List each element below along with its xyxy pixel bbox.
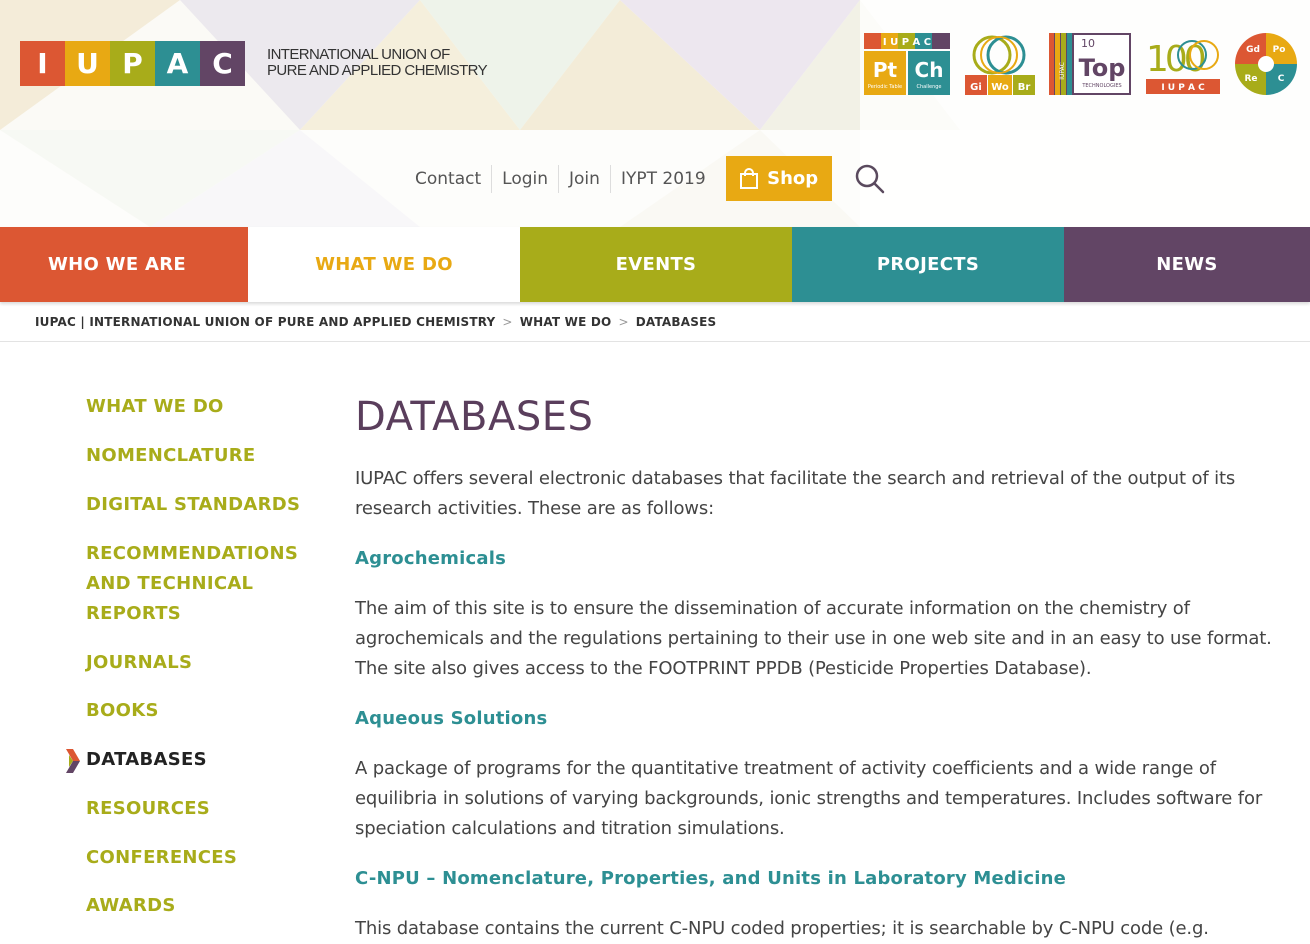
- ptch-pt: Pt: [873, 58, 898, 82]
- utility-nav: Contact Login Join IYPT 2019 Shop: [405, 156, 886, 201]
- top10-word: Top: [1079, 54, 1126, 82]
- puzzle-c: C: [1278, 74, 1285, 84]
- database-link-aqueous-solutions[interactable]: Aqueous Solutions: [355, 704, 1275, 734]
- main-nav: WHO WE ARE WHAT WE DO EVENTS PROJECTS NE…: [0, 227, 1310, 302]
- sidebar-item-label-line: AND TECHNICAL: [86, 573, 254, 594]
- search-icon: [855, 164, 884, 193]
- tagline-line-1: INTERNATIONAL UNION OF: [267, 46, 450, 63]
- section-sidebar: WHAT WE DO NOMENCLATURE DIGITAL STANDARD…: [66, 392, 316, 921]
- site-header: I U P A C INTERNATIONAL UNION OF PURE AN…: [0, 0, 1310, 227]
- shopping-bag-icon: [740, 167, 759, 189]
- database-link-agrochemicals[interactable]: Agrochemicals: [355, 544, 1275, 574]
- sidebar-item-books[interactable]: BOOKS: [86, 696, 316, 726]
- logo-letter-i: I: [20, 41, 65, 86]
- shop-label: Shop: [767, 168, 819, 189]
- global-womens-breakfast-badge[interactable]: Gi Wo Br: [962, 31, 1038, 97]
- nav-projects[interactable]: PROJECTS: [792, 227, 1064, 302]
- nav-events[interactable]: EVENTS: [520, 227, 792, 302]
- tagline-line-2: PURE AND APPLIED CHEMISTRY: [267, 62, 488, 79]
- centenary-sub: I U P A C: [1161, 83, 1205, 93]
- gwb-gi: Gi: [970, 82, 982, 93]
- nav-what-we-do[interactable]: WHAT WE DO: [248, 227, 520, 302]
- sidebar-item-what-we-do[interactable]: WHAT WE DO: [86, 392, 316, 422]
- sidebar-item-label-line: RECOMMENDATIONS: [86, 543, 299, 564]
- shop-button[interactable]: Shop: [725, 156, 832, 201]
- breadcrumb-current: DATABASES: [635, 314, 717, 329]
- sidebar-item-conferences[interactable]: CONFERENCES: [86, 843, 316, 873]
- breadcrumb-separator: >: [502, 314, 513, 329]
- iupac-centenary-badge[interactable]: 100 I U P A C: [1142, 31, 1224, 97]
- top-ten-technologies-badge[interactable]: 10 Top TECHNOLOGIES IUPAC: [1047, 31, 1133, 97]
- puzzle-gd: Gd: [1246, 45, 1260, 55]
- gwb-br: Br: [1018, 82, 1031, 93]
- puzzle-re: Re: [1244, 74, 1257, 84]
- page-title: DATABASES: [355, 394, 594, 440]
- join-link[interactable]: Join: [558, 164, 610, 193]
- sidebar-item-awards[interactable]: AWARDS: [86, 891, 316, 921]
- sidebar-item-databases[interactable]: DATABASES: [66, 745, 316, 775]
- periodic-puzzle-badge[interactable]: Gd Po Re C: [1233, 31, 1299, 97]
- sidebar-item-label: DATABASES: [86, 749, 207, 770]
- periodic-table-challenge-badge[interactable]: I U P A C Pt Ch Periodic Table Challenge: [862, 31, 952, 97]
- centenary-digits: 100: [1146, 39, 1205, 80]
- logo-tagline: INTERNATIONAL UNION OF PURE AND APPLIED …: [267, 46, 488, 79]
- breadcrumb-separator: >: [618, 314, 629, 329]
- sidebar-item-nomenclature[interactable]: NOMENCLATURE: [86, 441, 316, 471]
- sidebar-item-recommendations[interactable]: RECOMMENDATIONS AND TECHNICAL REPORTS: [86, 539, 316, 629]
- breadcrumb: IUPAC | INTERNATIONAL UNION OF PURE AND …: [0, 302, 1310, 342]
- puzzle-po: Po: [1273, 45, 1286, 55]
- top10-sub: TECHNOLOGIES: [1081, 83, 1121, 89]
- search-button[interactable]: [854, 163, 886, 195]
- logo-letter-p: P: [110, 41, 155, 86]
- top10-side: IUPAC: [1059, 62, 1066, 80]
- database-description: A package of programs for the quantitati…: [355, 758, 1263, 839]
- contact-link[interactable]: Contact: [405, 165, 491, 193]
- sidebar-item-label-line: REPORTS: [86, 603, 182, 624]
- top10-number: 10: [1081, 37, 1095, 50]
- ptch-ch: Ch: [915, 58, 944, 82]
- database-link-c-npu[interactable]: C-NPU – Nomenclature, Properties, and Un…: [355, 864, 1275, 894]
- logo-letter-c: C: [200, 41, 245, 86]
- ptch-top-text: I U P A C: [883, 37, 931, 48]
- sidebar-item-journals[interactable]: JOURNALS: [86, 648, 316, 678]
- nav-news[interactable]: NEWS: [1064, 227, 1310, 302]
- database-description: The aim of this site is to ensure the di…: [355, 598, 1272, 679]
- intro-paragraph: IUPAC offers several electronic database…: [355, 468, 1236, 519]
- iupac-logo[interactable]: I U P A C: [20, 41, 245, 86]
- login-link[interactable]: Login: [491, 164, 558, 193]
- ptch-ch-sub: Challenge: [917, 84, 942, 90]
- gwb-wo: Wo: [991, 82, 1009, 93]
- logo-letter-a: A: [155, 41, 200, 86]
- database-description: This database contains the current C-NPU…: [355, 918, 1209, 939]
- breadcrumb-what-we-do[interactable]: WHAT WE DO: [520, 315, 612, 329]
- nav-who-we-are[interactable]: WHO WE ARE: [0, 227, 248, 302]
- chevron-marker-icon: [66, 749, 80, 773]
- sidebar-item-resources[interactable]: RESOURCES: [86, 794, 316, 824]
- main-content: DATABASES IUPAC offers several electroni…: [355, 392, 1275, 944]
- sidebar-item-digital-standards[interactable]: DIGITAL STANDARDS: [86, 490, 316, 520]
- logo-letter-u: U: [65, 41, 110, 86]
- iypt-2019-link[interactable]: IYPT 2019: [609, 164, 716, 193]
- ptch-pt-sub: Periodic Table: [868, 84, 902, 90]
- breadcrumb-home[interactable]: IUPAC | INTERNATIONAL UNION OF PURE AND …: [35, 315, 495, 329]
